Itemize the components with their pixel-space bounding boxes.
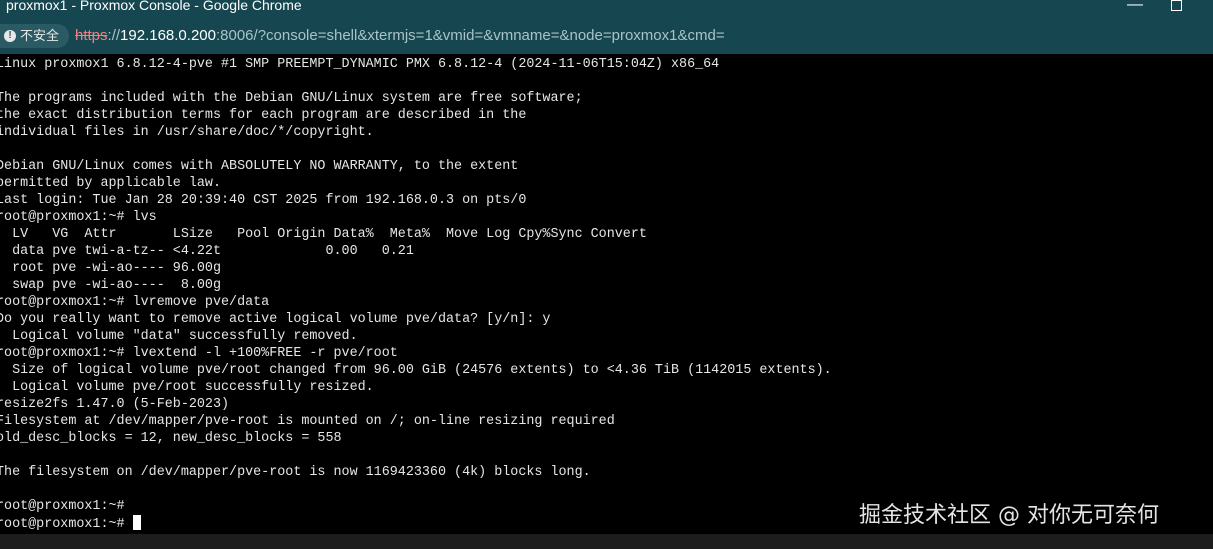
terminal-line: Filesystem at /dev/mapper/pve-root is mo… xyxy=(0,414,615,429)
terminal-line: LV VG Attr LSize Pool Origin Data% Meta%… xyxy=(0,227,647,242)
terminal-line: root@proxmox1:~# lvremove pve/data xyxy=(0,295,270,310)
terminal-console[interactable]: Linux proxmox1 6.8.12-4-pve #1 SMP PREEM… xyxy=(0,54,1213,534)
bottom-bar xyxy=(0,534,1213,549)
terminal-line: root@proxmox1:~# xyxy=(0,499,125,514)
terminal-line: Linux proxmox1 6.8.12-4-pve #1 SMP PREEM… xyxy=(0,57,720,72)
url-scheme: https xyxy=(75,27,108,44)
address-bar[interactable]: ! 不安全 https://192.168.0.200:8006/?console… xyxy=(0,22,1213,54)
terminal-prompt: root@proxmox1:~# xyxy=(0,517,133,532)
url-separator: :// xyxy=(107,27,121,44)
url-host: 192.168.0.200 xyxy=(120,27,216,44)
terminal-line: Debian GNU/Linux comes with ABSOLUTELY N… xyxy=(0,159,519,174)
terminal-line: old_desc_blocks = 12, new_desc_blocks = … xyxy=(0,431,342,446)
url-path: :8006/?console=shell&xtermjs=1&vmid=&vmn… xyxy=(215,27,725,44)
security-indicator[interactable]: ! 不安全 xyxy=(0,24,70,48)
window-title: proxmox1 - Proxmox Console - Google Chro… xyxy=(6,0,302,13)
terminal-line: root@proxmox1:~# lvs xyxy=(0,210,157,225)
terminal-line: root pve -wi-ao---- 96.00g xyxy=(0,261,221,276)
terminal-line: Do you really want to remove active logi… xyxy=(0,312,551,327)
terminal-cursor xyxy=(132,515,141,530)
minimize-button[interactable]: — xyxy=(1112,0,1158,16)
terminal-line: permitted by applicable law. xyxy=(0,176,221,191)
browser-window: proxmox1 - Proxmox Console - Google Chro… xyxy=(0,0,1213,549)
watermark: 掘金技术社区 @ 对你无可奈何 xyxy=(859,503,1159,528)
maximize-icon xyxy=(1170,0,1182,11)
security-label: 不安全 xyxy=(20,28,60,43)
warning-icon: ! xyxy=(4,29,16,42)
terminal-line: Logical volume "data" successfully remov… xyxy=(0,329,358,344)
terminal-line: The filesystem on /dev/mapper/pve-root i… xyxy=(0,465,591,480)
terminal-line: data pve twi-a-tz-- <4.22t 0.00 0.21 xyxy=(0,244,414,259)
maximize-button[interactable] xyxy=(1153,0,1199,16)
terminal-line: The programs included with the Debian GN… xyxy=(0,91,583,106)
terminal-line: Last login: Tue Jan 28 20:39:40 CST 2025… xyxy=(0,193,527,208)
terminal-line: individual files in /usr/share/doc/*/cop… xyxy=(0,125,374,140)
terminal-line: Logical volume pve/root successfully res… xyxy=(0,380,374,395)
terminal-line: root@proxmox1:~# lvextend -l +100%FREE -… xyxy=(0,346,398,361)
terminal-line: resize2fs 1.47.0 (5-Feb-2023) xyxy=(0,397,230,412)
title-bar: proxmox1 - Proxmox Console - Google Chro… xyxy=(0,0,1213,22)
terminal-line: swap pve -wi-ao---- 8.00g xyxy=(0,278,221,293)
terminal-prompt-line[interactable]: root@proxmox1:~# xyxy=(0,515,141,532)
terminal-line: Size of logical volume pve/root changed … xyxy=(0,363,832,378)
url-text[interactable]: https://192.168.0.200:8006/?console=shel… xyxy=(75,26,725,46)
terminal-line: the exact distribution terms for each pr… xyxy=(0,108,527,123)
